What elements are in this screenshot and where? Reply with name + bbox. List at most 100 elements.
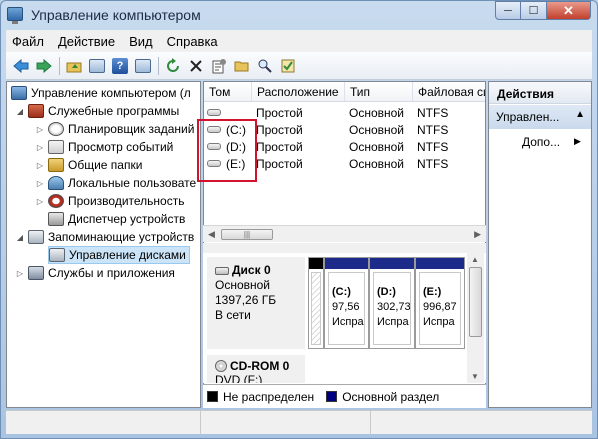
- disk-properties-button[interactable]: [279, 57, 297, 75]
- partition-d[interactable]: (D:) 302,73 Испра: [369, 257, 415, 349]
- status-segment: [6, 411, 201, 435]
- up-level-button[interactable]: [65, 57, 83, 75]
- tree-item-shared-folders[interactable]: ▷ Общие папки: [35, 156, 142, 174]
- magnifier-icon: [258, 59, 272, 73]
- expand-arrow-icon[interactable]: ▷: [35, 161, 45, 170]
- menu-action[interactable]: Действие: [58, 34, 115, 49]
- scroll-right-arrow-icon[interactable]: ▶: [474, 229, 481, 240]
- volume-layout: Простой: [256, 157, 303, 171]
- minimize-button[interactable]: ─: [495, 1, 521, 20]
- back-button[interactable]: [12, 57, 30, 75]
- actions-section-label: Управлен...: [496, 110, 560, 124]
- scroll-thumb[interactable]: [469, 267, 482, 337]
- tree-label: Службы и приложения: [48, 266, 175, 280]
- cdrom-0-label[interactable]: CD-ROM 0 DVD (F:): [207, 355, 305, 383]
- close-button[interactable]: ✕: [547, 1, 591, 20]
- tree-item-task-scheduler[interactable]: ▷ Планировщик заданий: [35, 120, 194, 138]
- search-button[interactable]: [256, 57, 274, 75]
- forward-button[interactable]: [35, 57, 53, 75]
- cdrom-icon: [215, 360, 227, 372]
- collapse-arrow-icon[interactable]: ◢: [15, 233, 25, 242]
- tree-item-performance[interactable]: ▷ Производительность: [35, 192, 184, 210]
- partition-c[interactable]: (C:) 97,56 Испра: [324, 257, 369, 349]
- unallocated-swatch: [207, 391, 218, 402]
- status-segment: [371, 411, 591, 435]
- expand-arrow-icon[interactable]: ▷: [35, 125, 45, 134]
- collapse-up-icon[interactable]: ▲: [575, 109, 585, 120]
- toolbar: ?: [6, 52, 592, 80]
- services-icon: [28, 266, 44, 280]
- maximize-button[interactable]: ☐: [521, 1, 547, 20]
- show-hide-console-tree-button[interactable]: [88, 57, 106, 75]
- menu-help[interactable]: Справка: [167, 34, 218, 49]
- disk-0-label[interactable]: Диск 0 Основной 1397,26 ГБ В сети: [207, 257, 305, 349]
- open-folder-button[interactable]: [233, 57, 251, 75]
- volume-fs: NTFS: [417, 157, 449, 171]
- disk-management-icon: [49, 248, 65, 262]
- partition-size: 97,56: [332, 301, 360, 313]
- help-button[interactable]: ?: [111, 57, 129, 75]
- menu-view[interactable]: Вид: [129, 34, 153, 49]
- tree-item-services[interactable]: ▷ Службы и приложения: [15, 264, 175, 282]
- pane-splitter[interactable]: [203, 243, 486, 253]
- partition-body: (E:) 996,87 Испра: [419, 272, 461, 345]
- primary-swatch: [326, 391, 338, 402]
- expand-arrow-icon[interactable]: ▷: [15, 269, 25, 278]
- status-segment: [201, 411, 371, 435]
- expand-arrow-icon[interactable]: ▷: [35, 143, 45, 152]
- show-hide-action-pane-button[interactable]: [134, 57, 152, 75]
- collapse-arrow-icon[interactable]: ◢: [15, 107, 25, 116]
- scroll-left-arrow-icon[interactable]: ◀: [208, 229, 215, 240]
- tree-item-local-users[interactable]: ▷ Локальные пользовате: [35, 174, 196, 192]
- scroll-down-arrow-icon[interactable]: ▼: [471, 372, 479, 381]
- tree-item-device-manager[interactable]: Диспетчер устройств: [48, 210, 185, 228]
- expand-arrow-icon[interactable]: ▷: [35, 197, 45, 206]
- more-actions-item[interactable]: Допо... ▶: [522, 135, 581, 149]
- actions-pane: Действия Управлен... ▲ Допо... ▶: [488, 81, 592, 408]
- properties-icon: [212, 58, 226, 73]
- column-header-layout[interactable]: Расположение: [252, 82, 345, 102]
- menu-bar: Файл Действие Вид Справка: [6, 30, 592, 52]
- actions-section-disk-management[interactable]: Управлен... ▲: [489, 105, 591, 129]
- disk-check-icon: [281, 59, 295, 72]
- volume-layout: Простой: [256, 106, 303, 120]
- vertical-scrollbar[interactable]: ▲ ▼: [467, 253, 484, 383]
- performance-icon: [48, 194, 64, 208]
- event-log-icon: [48, 140, 64, 154]
- tree-item-storage[interactable]: ◢ Запоминающие устройств: [15, 228, 194, 246]
- column-header-volume[interactable]: Том: [204, 82, 252, 102]
- partition-header-bar: [416, 258, 464, 269]
- tree-item-event-viewer[interactable]: ▷ Просмотр событий: [35, 138, 173, 156]
- tree-label: Производительность: [68, 194, 185, 208]
- partition-letter: (D:): [377, 286, 396, 298]
- title-bar[interactable]: Управление компьютером ─ ☐ ✕: [1, 1, 597, 29]
- partition-unallocated[interactable]: [308, 257, 324, 349]
- horizontal-scrollbar[interactable]: ◀ ||| ▶: [203, 225, 486, 242]
- back-arrow-icon: [13, 58, 29, 73]
- scroll-up-arrow-icon[interactable]: ▲: [471, 255, 479, 264]
- partition-body: (D:) 302,73 Испра: [373, 272, 411, 345]
- tree-label: Служебные программы: [48, 104, 180, 118]
- partition-size: 996,87: [423, 301, 457, 313]
- volume-layout: Простой: [256, 123, 303, 137]
- volume-type: Основной: [349, 106, 405, 120]
- volume-type: Основной: [349, 140, 405, 154]
- delete-button[interactable]: [187, 57, 205, 75]
- toolbar-separator: [59, 56, 60, 75]
- partition-header-bar: [309, 258, 323, 269]
- tree-item-disk-management[interactable]: Управление дисками: [48, 246, 190, 264]
- volume-fs: NTFS: [417, 140, 449, 154]
- partition-e[interactable]: (E:) 996,87 Испра: [415, 257, 465, 349]
- tree-item-root[interactable]: Управление компьютером (л: [11, 84, 191, 102]
- toolbar-separator: [158, 56, 159, 75]
- clock-icon: [48, 122, 64, 136]
- expand-arrow-icon[interactable]: ▷: [35, 179, 45, 188]
- tree-item-system-tools[interactable]: ◢ Служебные программы: [15, 102, 179, 120]
- menu-file[interactable]: Файл: [12, 34, 44, 49]
- properties-button[interactable]: [210, 57, 228, 75]
- column-header-type[interactable]: Тип: [345, 82, 413, 102]
- column-header-filesystem[interactable]: Файловая сис: [413, 82, 485, 102]
- scroll-thumb[interactable]: |||: [221, 229, 273, 240]
- refresh-button[interactable]: [164, 57, 182, 75]
- volume-fs: NTFS: [417, 123, 449, 137]
